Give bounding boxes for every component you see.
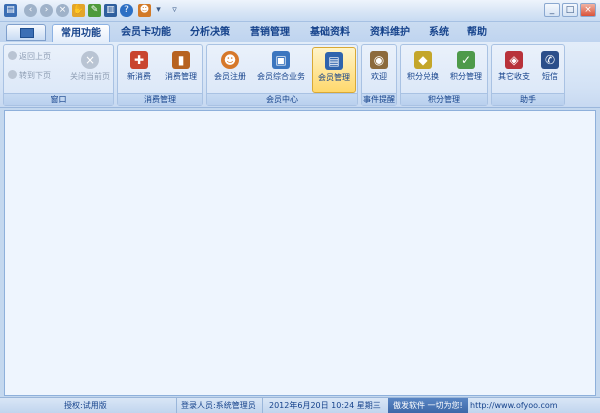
points-exchange-icon: ◆ <box>414 51 432 69</box>
tab-common[interactable]: 常用功能 <box>52 24 110 42</box>
tools-icon[interactable]: ✎ <box>88 4 101 17</box>
book-icon[interactable]: ▥ <box>104 4 117 17</box>
hand-icon[interactable]: ✋ <box>72 4 85 17</box>
app-icon[interactable]: ▤ <box>4 4 17 17</box>
maximize-icon[interactable]: □ <box>562 3 578 17</box>
member-combined-icon: ▣ <box>272 51 290 69</box>
close-page-icon[interactable]: × <box>56 4 69 17</box>
main-content-area[interactable] <box>4 110 596 396</box>
other-income-icon: ◈ <box>505 51 523 69</box>
window-controls: _ □ × <box>544 3 596 17</box>
member-combined-business-button[interactable]: ▣ 会员综合业务 <box>253 47 309 93</box>
status-datetime: 2012年6月20日 10:24 星期三 <box>262 398 381 413</box>
member-manage-button[interactable]: ▤ 会员管理 <box>312 47 356 93</box>
forward-page-button[interactable]: 转到下页 <box>8 69 51 83</box>
member-manage-icon: ▤ <box>325 52 343 70</box>
group-window: 返回上页 转到下页 × 关闭当前页 窗口 <box>3 44 114 106</box>
welcome-button[interactable]: ◉ 欢迎 <box>363 47 395 93</box>
group-points: ◆ 积分兑换 ✓ 积分管理 积分管理 <box>400 44 488 106</box>
sms-button[interactable]: ✆ 短信 <box>536 47 564 93</box>
tab-help[interactable]: 帮助 <box>460 24 494 42</box>
group-member-center: ☻ 会员注册 ▣ 会员综合业务 ▤ 会员管理 会员中心 <box>206 44 358 106</box>
new-consume-button[interactable]: ✚ 新消费 <box>121 47 157 93</box>
close-icon[interactable]: × <box>580 3 596 17</box>
status-user: 登录人员:系统管理员 <box>176 398 256 413</box>
customize-toolbar-icon[interactable]: ▿ <box>168 4 181 17</box>
tab-analysis[interactable]: 分析决策 <box>182 24 238 42</box>
user-icon[interactable]: ☻ <box>138 4 151 17</box>
title-bar: ▤ ‹ › × ✋ ✎ ▥ ? ☻ ▾ ▿ _ □ × <box>0 0 600 22</box>
points-manage-button[interactable]: ✓ 积分管理 <box>445 47 487 93</box>
tab-marketing[interactable]: 营销管理 <box>242 24 298 42</box>
group-event-reminder: ◉ 欢迎 事件提醒 <box>361 44 397 106</box>
tab-member-card[interactable]: 会员卡功能 <box>114 24 178 42</box>
new-consume-icon: ✚ <box>130 51 148 69</box>
tab-system[interactable]: 系统 <box>422 24 456 42</box>
welcome-icon: ◉ <box>370 51 388 69</box>
forward-arrow-icon <box>8 70 17 79</box>
status-url[interactable]: http://www.ofyoo.com <box>470 398 558 413</box>
status-brand: 傲发软件 一切为您! <box>388 398 468 413</box>
group-label: 窗口 <box>4 93 113 105</box>
close-current-page-button[interactable]: × 关闭当前页 <box>66 47 114 93</box>
consume-manage-button[interactable]: ▮ 消费管理 <box>160 47 202 93</box>
points-exchange-button[interactable]: ◆ 积分兑换 <box>403 47 443 93</box>
close-circle-icon: × <box>81 51 99 69</box>
group-helper: ◈ 其它收支 ✆ 短信 助手 <box>491 44 565 106</box>
ribbon-tabs: 常用功能 会员卡功能 分析决策 营销管理 基础资料 资料维护 系统 帮助 <box>0 22 600 42</box>
tab-data-maintenance[interactable]: 资料维护 <box>362 24 418 42</box>
member-register-button[interactable]: ☻ 会员注册 <box>210 47 250 93</box>
group-label: 助手 <box>492 93 564 105</box>
group-label: 消费管理 <box>118 93 202 105</box>
group-label: 积分管理 <box>401 93 487 105</box>
help-icon[interactable]: ? <box>120 4 133 17</box>
group-label: 会员中心 <box>207 93 357 105</box>
app-menu-button[interactable] <box>6 24 46 41</box>
forward-icon[interactable]: › <box>40 4 53 17</box>
member-register-icon: ☻ <box>221 51 239 69</box>
status-license: 授权:试用版 <box>64 401 107 410</box>
group-consume: ✚ 新消费 ▮ 消费管理 消费管理 <box>117 44 203 106</box>
phone-icon: ✆ <box>541 51 559 69</box>
dropdown-icon[interactable]: ▾ <box>152 4 165 17</box>
group-label: 事件提醒 <box>362 93 396 105</box>
minimize-icon[interactable]: _ <box>544 3 560 17</box>
points-manage-icon: ✓ <box>457 51 475 69</box>
status-bar: 授权:试用版 登录人员:系统管理员 2012年6月20日 10:24 星期三 傲… <box>0 397 600 413</box>
other-income-expense-button[interactable]: ◈ 其它收支 <box>494 47 534 93</box>
tab-basic-data[interactable]: 基础资料 <box>302 24 358 42</box>
app-menu-icon <box>20 28 34 38</box>
consume-manage-icon: ▮ <box>172 51 190 69</box>
back-arrow-icon <box>8 51 17 60</box>
back-page-button[interactable]: 返回上页 <box>8 50 51 64</box>
ribbon-panel: 返回上页 转到下页 × 关闭当前页 窗口 ✚ 新消费 ▮ 消费管理 消费管理 ☻… <box>0 42 600 108</box>
back-icon[interactable]: ‹ <box>24 4 37 17</box>
